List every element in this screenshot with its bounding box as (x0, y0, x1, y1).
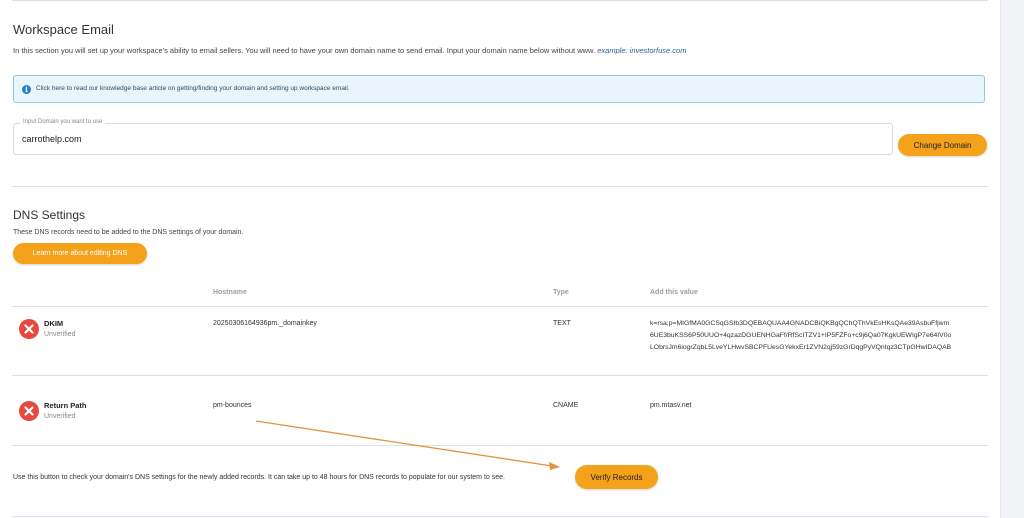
main-content: Workspace Email In this section you will… (0, 0, 1000, 518)
right-sidebar (1000, 0, 1024, 518)
annotation-arrow (255, 420, 560, 470)
